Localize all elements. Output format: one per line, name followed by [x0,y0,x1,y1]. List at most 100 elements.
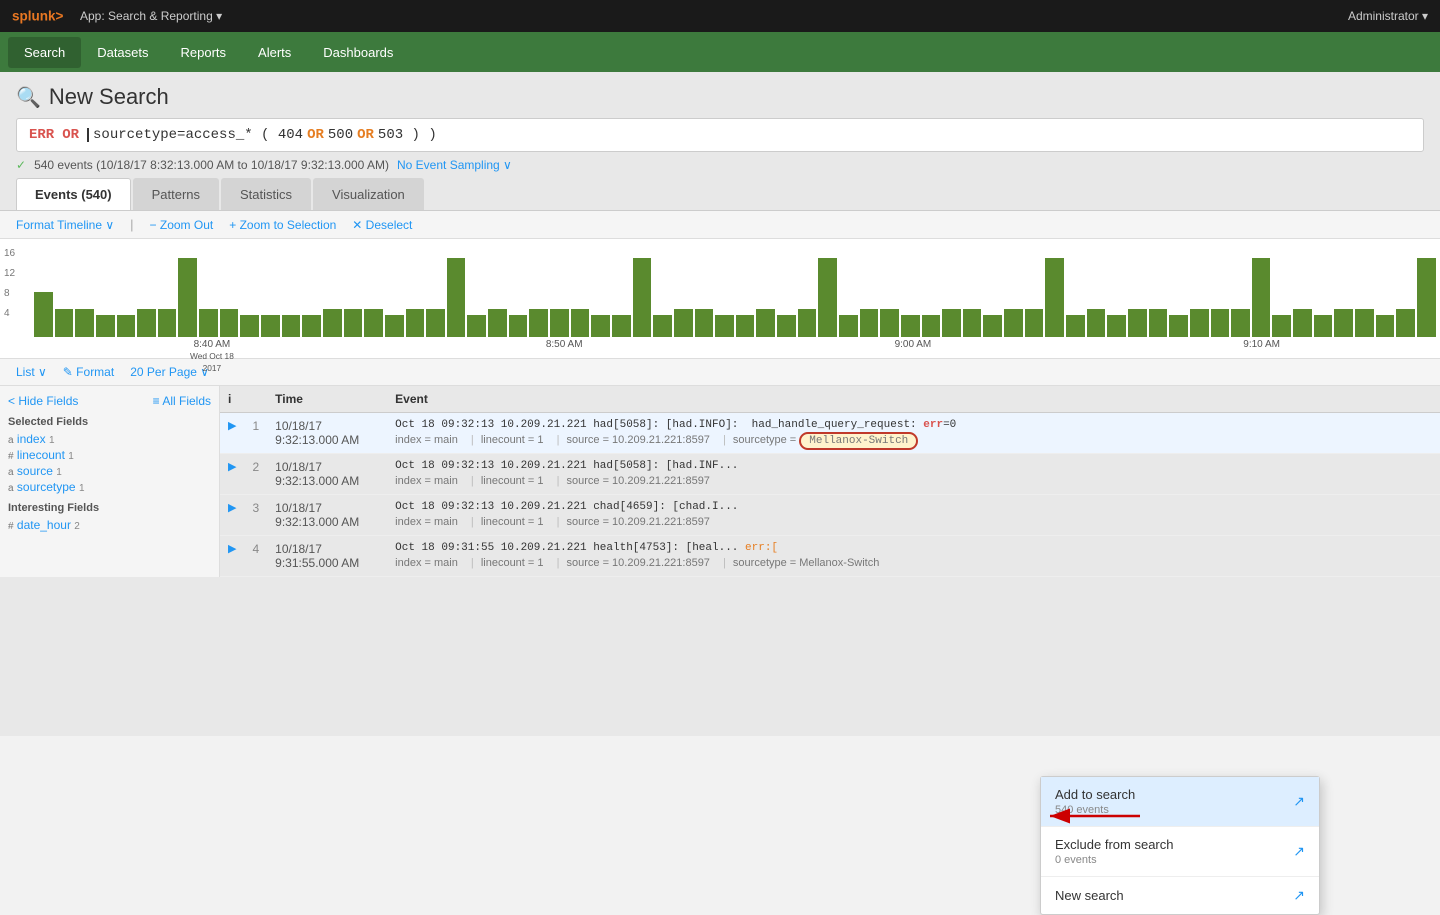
chart-bar[interactable] [1066,315,1085,338]
chart-bar[interactable] [653,315,672,338]
chart-bar[interactable] [1025,309,1044,337]
chart-bar[interactable] [406,309,425,337]
list-view-btn[interactable]: List ∨ [16,365,47,379]
row-expand-1[interactable]: ▶ [220,413,244,454]
chart-bar[interactable] [261,315,280,338]
search-input-box[interactable]: ERR OR sourcetype=access_* ( 404 OR 500 … [16,118,1424,152]
deselect-btn[interactable]: ✕ Deselect [352,218,412,232]
chart-bar[interactable] [282,315,301,338]
ext-link-icon-1[interactable]: ↗ [1293,793,1305,810]
chart-bar[interactable] [509,315,528,338]
chart-bar[interactable] [199,309,218,337]
chart-bar[interactable] [385,315,404,338]
chart-bar[interactable] [323,309,342,337]
ext-link-icon-2[interactable]: ↗ [1293,843,1305,860]
splunk-logo[interactable]: splunk> [12,6,72,26]
nav-alerts[interactable]: Alerts [242,37,307,68]
tab-events[interactable]: Events (540) [16,178,131,210]
chart-bar[interactable] [922,315,941,338]
nav-datasets[interactable]: Datasets [81,37,164,68]
chart-bar[interactable] [55,309,74,337]
tab-visualization[interactable]: Visualization [313,178,424,210]
chart-bar[interactable] [178,258,197,337]
chart-bar[interactable] [736,315,755,338]
chart-bar[interactable] [695,309,714,337]
nav-reports[interactable]: Reports [165,37,243,68]
chart-bar[interactable] [591,315,610,338]
row-expand-3[interactable]: ▶ [220,495,244,536]
popup-new-search[interactable]: New search ↗ [1041,877,1319,914]
zoom-selection-btn[interactable]: + Zoom to Selection [229,218,336,232]
sourcetype-badge[interactable]: Mellanox-Switch [799,432,918,450]
zoom-out-btn[interactable]: − Zoom Out [150,218,214,232]
chart-bar[interactable] [364,309,383,337]
format-btn[interactable]: ✎ Format [63,365,114,379]
admin-menu[interactable]: Administrator ▾ [1348,9,1428,23]
tab-statistics[interactable]: Statistics [221,178,311,210]
tab-patterns[interactable]: Patterns [133,178,219,210]
chart-bar[interactable] [1272,315,1291,338]
chart-bar[interactable] [715,315,734,338]
chart-bar[interactable] [158,309,177,337]
chart-bar[interactable] [488,309,507,337]
nav-search[interactable]: Search [8,37,81,68]
chart-bar[interactable] [344,309,363,337]
field-date-hour[interactable]: # date_hour 2 [8,518,211,532]
chart-bar[interactable] [901,315,920,338]
chart-bar[interactable] [963,309,982,337]
chart-bar[interactable] [220,309,239,337]
chart-bar[interactable] [1149,309,1168,337]
chart-bar[interactable] [75,309,94,337]
chart-bar[interactable] [137,309,156,337]
chart-bar[interactable] [612,315,631,338]
chart-bar[interactable] [1417,258,1436,337]
chart-bar[interactable] [1128,309,1147,337]
row-expand-4[interactable]: ▶ [220,536,244,577]
chart-bar[interactable] [96,315,115,338]
chart-bar[interactable] [1211,309,1230,337]
chart-bar[interactable] [1107,315,1126,338]
chart-bar[interactable] [777,315,796,338]
hide-fields-link[interactable]: < Hide Fields [8,394,78,408]
chart-bar[interactable] [1314,315,1333,338]
chart-bar[interactable] [1334,309,1353,337]
ext-link-icon-3[interactable]: ↗ [1293,887,1305,904]
chart-bar[interactable] [1169,315,1188,338]
chart-bar[interactable] [1004,309,1023,337]
chart-bar[interactable] [1252,258,1271,337]
chart-bar[interactable] [942,309,961,337]
chart-bar[interactable] [818,258,837,337]
sampling-link[interactable]: No Event Sampling ∨ [397,158,512,172]
chart-bar[interactable] [633,258,652,337]
chart-bar[interactable] [756,309,775,337]
chart-bar[interactable] [880,309,899,337]
app-name[interactable]: App: Search & Reporting ▾ [80,9,222,23]
chart-bar[interactable] [1045,258,1064,337]
field-source[interactable]: a source 1 [8,464,211,478]
chart-bar[interactable] [34,292,53,337]
chart-bar[interactable] [240,315,259,338]
chart-bar[interactable] [674,309,693,337]
chart-bar[interactable] [1190,309,1209,337]
chart-bars[interactable] [30,247,1440,337]
chart-bar[interactable] [798,309,817,337]
chart-bar[interactable] [467,315,486,338]
field-index[interactable]: a index 1 [8,432,211,446]
chart-bar[interactable] [117,315,136,338]
format-timeline-btn[interactable]: Format Timeline ∨ [16,218,114,232]
chart-bar[interactable] [426,309,445,337]
chart-bar[interactable] [1396,309,1415,337]
field-sourcetype[interactable]: a sourcetype 1 [8,480,211,494]
chart-bar[interactable] [550,309,569,337]
chart-bar[interactable] [447,258,466,337]
popup-exclude-from-search[interactable]: Exclude from search 0 events ↗ [1041,827,1319,876]
chart-bar[interactable] [983,315,1002,338]
chart-bar[interactable] [571,309,590,337]
chart-bar[interactable] [302,315,321,338]
chart-bar[interactable] [1293,309,1312,337]
chart-bar[interactable] [1087,309,1106,337]
chart-bar[interactable] [1231,309,1250,337]
all-fields-link[interactable]: ≡ All Fields [153,394,211,408]
chart-bar[interactable] [529,309,548,337]
chart-bar[interactable] [1355,309,1374,337]
